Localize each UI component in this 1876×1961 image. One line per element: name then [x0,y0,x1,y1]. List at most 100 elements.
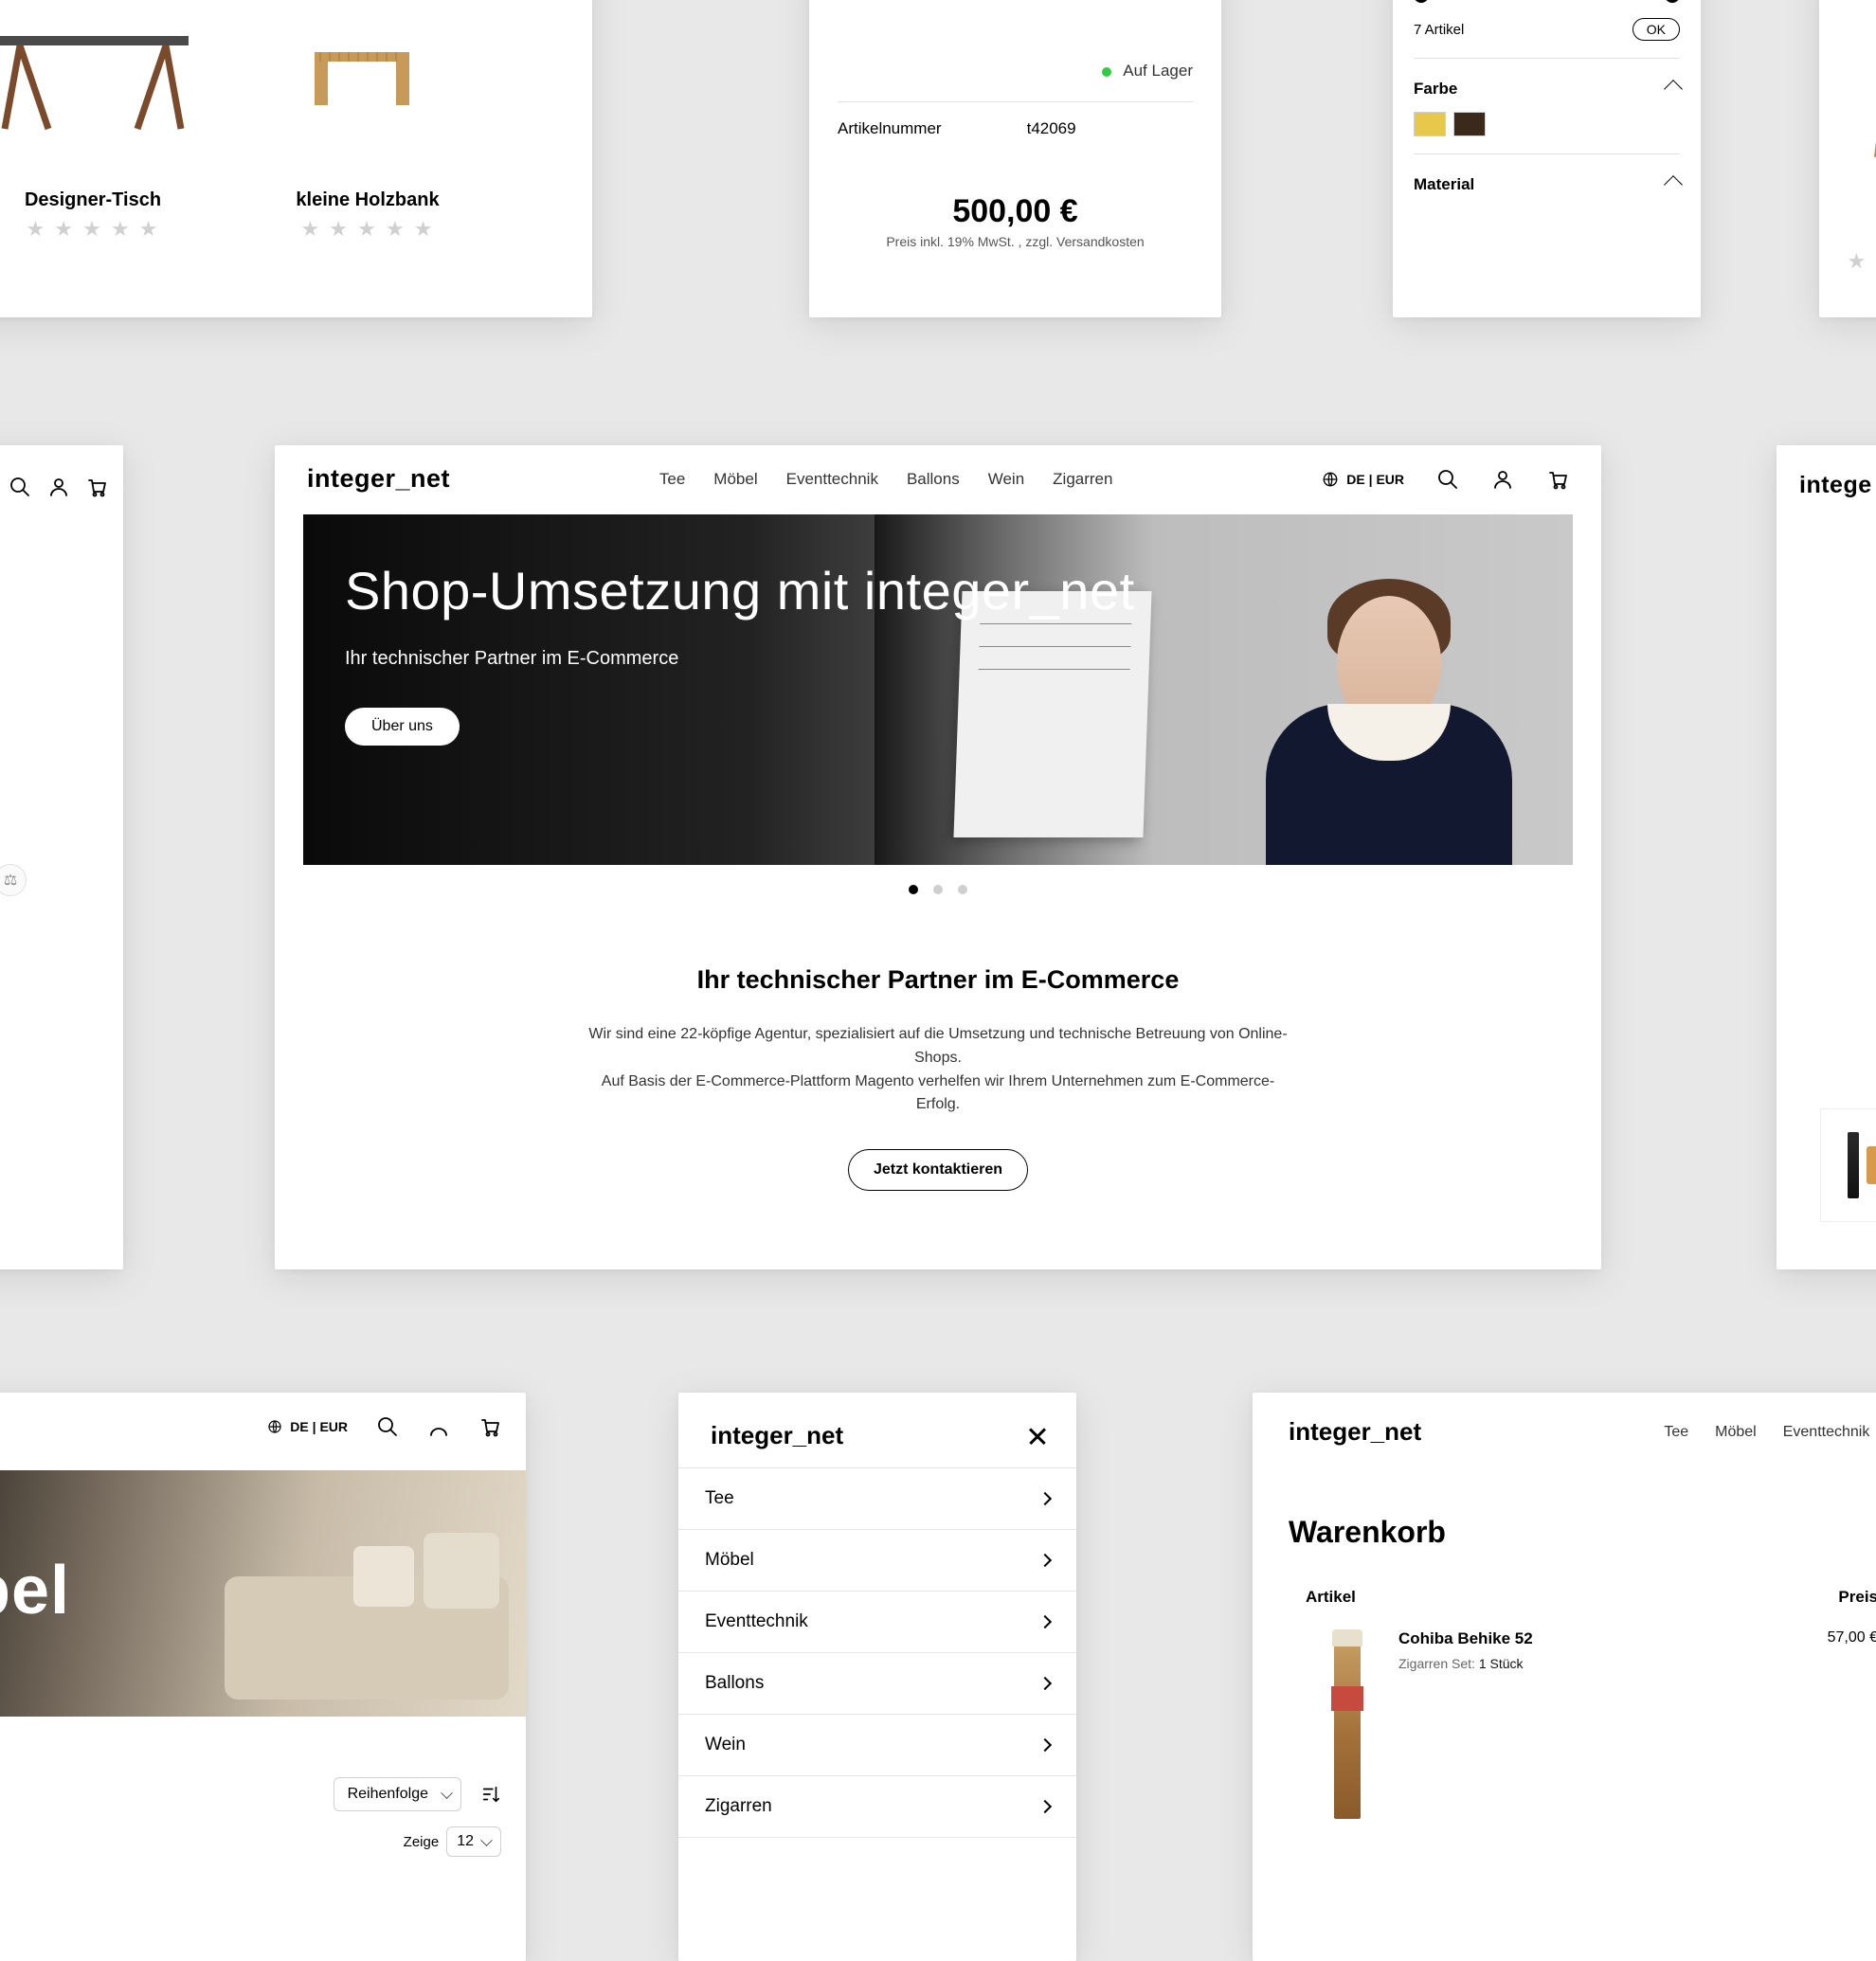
product-name: Designer-Tisch [0,189,225,211]
cart-card: integer_net Tee Möbel Eventtechnik B War… [1253,1393,1876,1961]
hero-title: Shop-Umsetzung mit integer_net [345,560,1135,621]
carousel-dot[interactable] [933,885,943,894]
nav-item[interactable]: Tee [1664,1424,1688,1441]
chevron-right-icon [1038,1492,1052,1505]
cart-item-price: 57,00 € [1793,1629,1876,1646]
locale-switcher[interactable]: DE | EUR [267,1419,348,1434]
hero-subtitle: Ihr technischer Partner im E-Commerce [345,648,1135,670]
search-icon[interactable] [1436,468,1459,491]
carousel-dots [275,882,1601,899]
pagesize-select[interactable]: 12 [446,1826,501,1857]
price-note: Preis inkl. 19% MwSt. , zzgl. Versandkos… [838,234,1193,249]
cart-icon[interactable] [1546,468,1569,491]
sku-value: t42069 [1027,119,1076,138]
sort-select[interactable]: Reihenfolge [334,1777,461,1811]
logo[interactable]: intege [1799,472,1876,499]
cart-icon[interactable] [85,476,108,498]
logo[interactable]: integer_net [1289,1417,1421,1447]
stock-status: Auf Lager [838,62,1193,102]
mobile-menu-card: integer_net Tee Möbel Eventtechnik Ballo… [678,1393,1076,1961]
swatch-brown[interactable] [1453,112,1486,136]
product-tile[interactable]: Designer-Tisch ★ ★ ★ ★ ★ [0,0,225,242]
product-list-card: Designer-Tisch ★ ★ ★ ★ ★ [0,0,592,317]
nav-item[interactable]: Möbel [713,470,757,489]
nav-item[interactable]: Möbel [1715,1424,1757,1441]
show-label: Zeige [404,1834,440,1850]
nav-item[interactable]: Eventtechnik [1783,1424,1870,1441]
page-title: Warenkorb [1253,1454,1876,1550]
product-name: Holzst [1819,223,1876,243]
category-hero: öbel [0,1470,526,1717]
product-tile[interactable]: kleine Holzbank ★ ★ ★ ★ ★ [235,0,500,242]
menu-item[interactable]: Tee [678,1467,1076,1529]
stock-dot-icon [1102,67,1111,77]
product-tile-card: Holzst ★ ★ ★ ★ ★ [1819,0,1876,317]
product-image [1334,1629,1361,1819]
menu-item[interactable]: Eventtechnik [678,1591,1076,1652]
nav-item[interactable]: Zigarren [1053,470,1112,489]
col-article: Artikel [1306,1588,1356,1607]
close-icon[interactable] [1025,1424,1050,1448]
carousel-dot[interactable] [958,885,967,894]
right-strip-card: intege [1777,445,1876,1269]
logo[interactable]: integer_net [307,464,450,494]
rating-stars: ★ ★ ★ ★ ★ [0,217,225,242]
price: 500,00 € [838,193,1193,230]
carousel-dot[interactable] [909,885,918,894]
chevron-right-icon [1038,1800,1052,1813]
compare-icon[interactable]: ⚖ [0,864,27,896]
cart-item-name[interactable]: Cohiba Behike 52 [1398,1629,1755,1648]
user-icon[interactable] [47,476,70,498]
locale-label: DE | EUR [1346,472,1404,487]
user-icon[interactable] [427,1415,450,1438]
swatch-yellow[interactable] [1414,112,1446,136]
contact-button[interactable]: Jetzt kontaktieren [848,1149,1028,1191]
filter-ok-button[interactable]: OK [1632,18,1680,41]
cart-icon[interactable] [478,1415,501,1438]
menu-item[interactable]: Ballons [678,1652,1076,1714]
sort-direction-icon[interactable] [480,1784,501,1805]
product-image [235,0,500,161]
chevron-right-icon [1038,1738,1052,1752]
menu-item[interactable]: Zigarren [678,1775,1076,1838]
chevron-right-icon [1038,1677,1052,1690]
nav-item[interactable]: Tee [659,470,685,489]
menu-item[interactable]: Wein [678,1714,1076,1775]
locale-label: DE | EUR [290,1419,348,1434]
product-detail-card: Auf Lager Artikelnummer t42069 500,00 € … [809,0,1221,317]
search-icon[interactable] [376,1415,399,1438]
side-strip-card: arenkorb ♡ ⚖ [0,445,123,1269]
category-card: DE | EUR öbel Reihenfolge Zeige 12 [0,1393,526,1961]
homepage-card: integer_net Tee Möbel Eventtechnik Ballo… [275,445,1601,1269]
category-title: öbel [0,1552,70,1629]
price-slider[interactable] [1414,0,1680,5]
user-icon[interactable] [1491,468,1514,491]
cart-line-item: Cohiba Behike 52 Zigarren Set: 1 Stück 5… [1253,1607,1876,1819]
facet-material-label[interactable]: Material [1414,175,1474,194]
rating-stars: ★ ★ ★ ★ ★ [1819,249,1876,274]
product-image [0,0,225,161]
product-image [1871,76,1876,161]
thumbnail-strip[interactable] [1820,1108,1876,1222]
about-button[interactable]: Über uns [345,708,460,746]
section-heading: Ihr technischer Partner im E-Commerce [275,965,1601,995]
menu-item[interactable]: Möbel [678,1529,1076,1591]
section-paragraph: Wir sind eine 22-köpfige Agentur, spezia… [587,1023,1289,1117]
nav-item[interactable]: Eventtechnik [786,470,878,489]
nav-item[interactable]: Ballons [907,470,960,489]
search-icon[interactable] [9,476,31,498]
hero-banner: Shop-Umsetzung mit integer_net Ihr techn… [303,514,1573,865]
chevron-right-icon [1038,1615,1052,1628]
filter-card: 7 Artikel OK Farbe Material [1393,0,1701,317]
nav-item[interactable]: Wein [988,470,1024,489]
col-price: Preis [1838,1588,1876,1607]
sku-label: Artikelnummer [838,119,942,138]
facet-farbe-label[interactable]: Farbe [1414,80,1457,99]
logo[interactable]: integer_net [711,1421,843,1450]
stock-label: Auf Lager [1123,62,1193,80]
locale-switcher[interactable]: DE | EUR [1322,471,1404,488]
result-count: 7 Artikel [1414,22,1464,38]
chevron-right-icon [1038,1554,1052,1567]
chevron-up-icon [1664,80,1683,99]
cart-item-meta: Zigarren Set: 1 Stück [1398,1656,1755,1671]
